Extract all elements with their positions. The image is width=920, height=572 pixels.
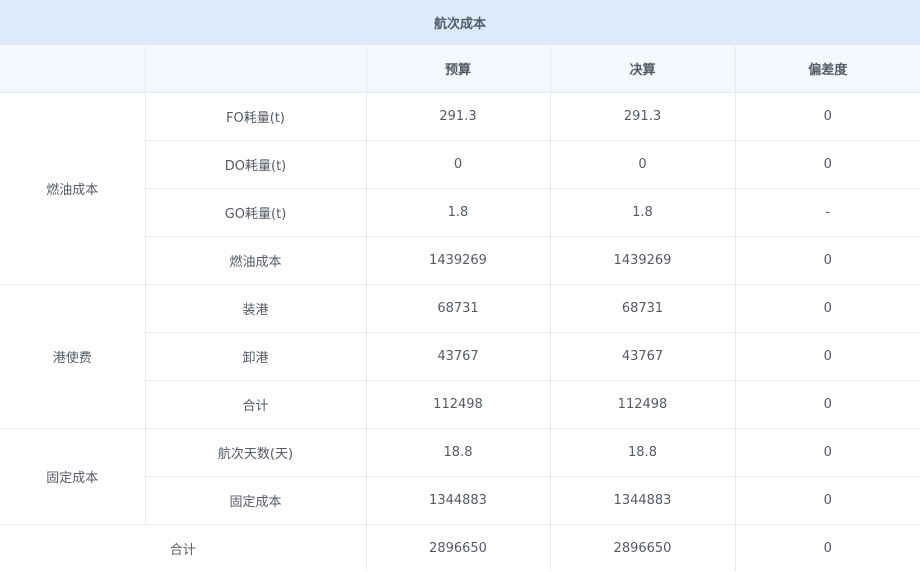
row-deviation: 0 bbox=[735, 332, 920, 381]
group-label-fixed: 固定成本 bbox=[0, 428, 146, 525]
voyage-cost-panel: 航次成本 预算 决算 偏差度 燃油成本 FO耗量(t) 291.3 291.3 … bbox=[0, 0, 920, 572]
row-item: GO耗量(t) bbox=[145, 188, 367, 237]
row-budget: 43767 bbox=[366, 332, 551, 381]
header-deviation: 偏差度 bbox=[735, 45, 920, 93]
group-label-port: 港使费 bbox=[0, 284, 146, 429]
row-deviation: 0 bbox=[735, 380, 920, 429]
row-item: 固定成本 bbox=[145, 476, 367, 525]
row-deviation: 0 bbox=[735, 428, 920, 477]
row-deviation: - bbox=[735, 188, 920, 237]
row-budget: 1344883 bbox=[366, 476, 551, 525]
header-final: 决算 bbox=[550, 45, 736, 93]
row-final: 18.8 bbox=[550, 428, 736, 477]
table-row: 固定成本 航次天数(天) 18.8 18.8 0 bbox=[0, 428, 920, 525]
row-budget: 1.8 bbox=[366, 188, 551, 237]
row-final: 1344883 bbox=[550, 476, 736, 525]
row-final: 1439269 bbox=[550, 236, 736, 285]
header-budget: 预算 bbox=[366, 45, 551, 93]
total-budget: 2896650 bbox=[366, 524, 551, 571]
row-final: 112498 bbox=[550, 380, 736, 429]
row-item: 合计 bbox=[145, 380, 367, 429]
row-item: FO耗量(t) bbox=[145, 92, 367, 141]
group-label-fuel: 燃油成本 bbox=[0, 92, 146, 285]
row-deviation: 0 bbox=[735, 476, 920, 525]
row-final: 291.3 bbox=[550, 92, 736, 141]
row-deviation: 0 bbox=[735, 140, 920, 189]
row-final: 43767 bbox=[550, 332, 736, 381]
total-label: 合计 bbox=[0, 524, 367, 571]
row-budget: 291.3 bbox=[366, 92, 551, 141]
total-final: 2896650 bbox=[550, 524, 736, 571]
row-budget: 1439269 bbox=[366, 236, 551, 285]
table-row: 燃油成本 FO耗量(t) 291.3 291.3 0 bbox=[0, 92, 920, 285]
header-item bbox=[145, 45, 367, 93]
row-budget: 112498 bbox=[366, 380, 551, 429]
row-final: 1.8 bbox=[550, 188, 736, 237]
row-item: 装港 bbox=[145, 284, 367, 333]
table-header-row: 预算 决算 偏差度 bbox=[0, 45, 920, 93]
total-row: 合计 2896650 2896650 0 bbox=[0, 524, 920, 571]
row-budget: 18.8 bbox=[366, 428, 551, 477]
table-row: 港使费 装港 68731 68731 0 bbox=[0, 284, 920, 429]
row-deviation: 0 bbox=[735, 284, 920, 333]
row-item: DO耗量(t) bbox=[145, 140, 367, 189]
table-title: 航次成本 bbox=[0, 0, 920, 45]
row-deviation: 0 bbox=[735, 92, 920, 141]
total-deviation: 0 bbox=[823, 540, 832, 556]
row-budget: 68731 bbox=[366, 284, 551, 333]
voyage-cost-table: 预算 决算 偏差度 燃油成本 FO耗量(t) 291.3 291.3 0 DO耗… bbox=[0, 45, 920, 571]
row-final: 0 bbox=[550, 140, 736, 189]
row-item: 燃油成本 bbox=[145, 236, 367, 285]
row-final: 68731 bbox=[550, 284, 736, 333]
row-deviation: 0 bbox=[735, 236, 920, 285]
row-item: 卸港 bbox=[145, 332, 367, 381]
row-item: 航次天数(天) bbox=[145, 428, 367, 477]
header-category bbox=[0, 45, 146, 93]
row-budget: 0 bbox=[366, 140, 551, 189]
